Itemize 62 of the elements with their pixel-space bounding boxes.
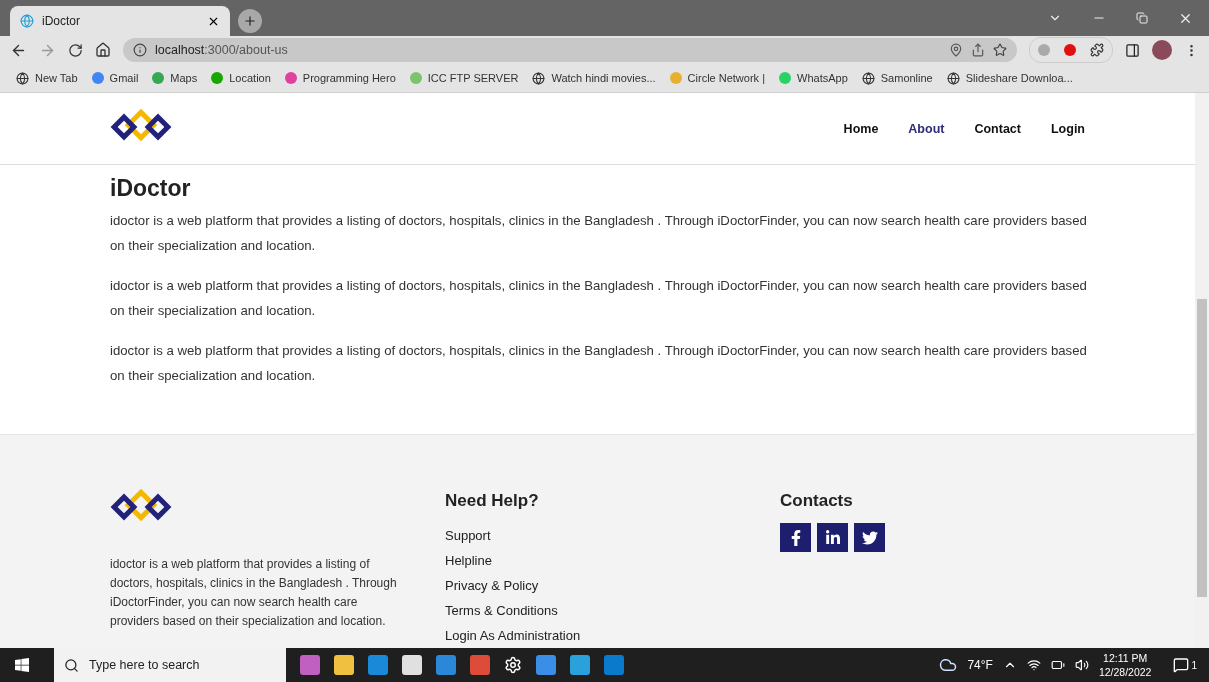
- footer-link[interactable]: Terms & Conditions: [445, 598, 780, 623]
- globe-icon: [861, 71, 875, 85]
- globe-icon: [946, 71, 960, 85]
- info-icon[interactable]: [133, 43, 147, 57]
- about-paragraph: idoctor is a web platform that provides a listing of doctors, hospitals, clinics in the Bangladesh . Through iDoctorFinder, you can now search health care providers based on their specialization and location.: [110, 341, 1088, 386]
- notifications-button[interactable]: 1: [1161, 657, 1209, 673]
- battery-icon[interactable]: [1050, 658, 1065, 672]
- weather-text[interactable]: 74°F: [967, 658, 993, 672]
- star-icon[interactable]: [993, 43, 1007, 57]
- twitter-icon[interactable]: [854, 523, 885, 552]
- bookmark[interactable]: Samonline: [861, 71, 933, 85]
- extensions-icon[interactable]: [1090, 43, 1104, 57]
- scrollbar[interactable]: [1195, 93, 1209, 648]
- about-paragraph: idoctor is a web platform that provides a listing of doctors, hospitals, clinics in the Bangladesh . Through iDoctorFinder, you can now search health care providers based on their specialization and location.: [110, 276, 1088, 321]
- bookmark[interactable]: New Tab: [16, 71, 78, 85]
- bookmark[interactable]: Gmail: [91, 72, 139, 84]
- bookmark[interactable]: Maps: [152, 72, 198, 84]
- taskbar-search-field[interactable]: Type here to search: [54, 648, 286, 682]
- footer-link[interactable]: Login As Administration: [445, 623, 780, 648]
- page-title: iDoctor: [110, 174, 192, 202]
- footer-heading: Contacts: [780, 491, 854, 511]
- facebook-icon[interactable]: [780, 523, 811, 552]
- bookmark[interactable]: Circle Network |: [669, 72, 765, 84]
- profile-avatar[interactable]: [1152, 40, 1172, 60]
- url-text: localhost:3000/about-us: [155, 43, 288, 57]
- volume-icon[interactable]: [1074, 658, 1089, 672]
- browser-tab[interactable]: iDoctor: [10, 6, 230, 36]
- home-icon[interactable]: [95, 42, 111, 58]
- nav-link[interactable]: Login: [1051, 122, 1085, 137]
- globe-icon: [532, 71, 546, 85]
- nav-link[interactable]: About: [908, 122, 945, 137]
- bookmark[interactable]: Slideshare Downloa...: [946, 71, 1073, 85]
- side-panel-icon[interactable]: [1125, 42, 1140, 58]
- clock[interactable]: 12:11 PM 12/28/2022: [1098, 651, 1152, 679]
- settings-icon[interactable]: [504, 656, 522, 674]
- bookmark[interactable]: WhatsApp: [779, 72, 848, 84]
- share-icon[interactable]: [971, 43, 985, 57]
- globe-icon: [16, 71, 29, 85]
- footer-link[interactable]: Helpline: [445, 548, 780, 573]
- nav-link[interactable]: Home: [843, 122, 879, 137]
- footer-link[interactable]: Support: [445, 523, 780, 548]
- bookmark[interactable]: Location: [211, 72, 271, 84]
- notification-icon: [1173, 657, 1190, 673]
- restore-icon[interactable]: [1136, 12, 1148, 24]
- bookmark[interactable]: Watch hindi movies...: [532, 71, 656, 85]
- new-tab-button[interactable]: [238, 9, 262, 33]
- about-paragraph: idoctor is a web platform that provides a listing of doctors, hospitals, clinics in the Bangladesh . Through iDoctorFinder, you can now search health care providers based on their specialization and location.: [110, 211, 1088, 256]
- plus-icon[interactable]: [243, 14, 257, 28]
- bookmark[interactable]: Programming Hero: [284, 72, 396, 84]
- bookmark[interactable]: ICC FTP SERVER: [409, 72, 519, 84]
- linkedin-icon[interactable]: [817, 523, 848, 552]
- footer-link[interactable]: Privacy & Policy: [445, 573, 780, 598]
- reload-icon[interactable]: [68, 42, 83, 58]
- location-icon[interactable]: [949, 43, 963, 57]
- address-bar[interactable]: localhost:3000/about-us: [123, 38, 1017, 62]
- footer-description: idoctor is a web platform that provides a listing of doctors, hospitals, clinics in the Bangladesh . Through iDoctorFinder, you can now search health care providers based on their specialization and location.: [110, 556, 398, 630]
- nav-link[interactable]: Contact: [974, 122, 1021, 137]
- start-icon[interactable]: [14, 657, 30, 673]
- cloud-icon: [939, 656, 958, 674]
- wifi-icon[interactable]: [1026, 658, 1041, 672]
- search-icon: [64, 657, 79, 673]
- footer-heading: Need Help?: [445, 491, 540, 511]
